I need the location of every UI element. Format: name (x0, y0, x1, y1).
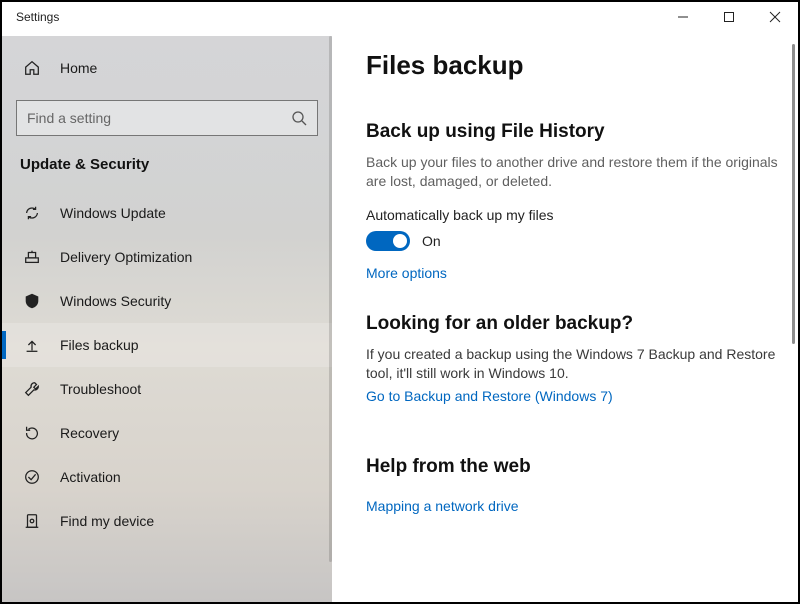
close-button[interactable] (752, 2, 798, 32)
nav-find-my-device[interactable]: Find my device (2, 499, 332, 543)
nav-label: Windows Update (60, 205, 166, 221)
search-box[interactable] (16, 100, 318, 136)
nav-label: Find my device (60, 513, 154, 529)
more-options-link[interactable]: More options (366, 265, 447, 281)
shield-icon (22, 291, 42, 311)
section-help-heading: Help from the web (366, 456, 786, 478)
titlebar: Settings (2, 2, 798, 36)
nav-label: Troubleshoot (60, 381, 141, 397)
nav-home-label: Home (60, 60, 97, 76)
toggle-knob (393, 234, 407, 248)
location-icon (22, 511, 42, 531)
nav-recovery[interactable]: Recovery (2, 411, 332, 455)
nav-label: Delivery Optimization (60, 249, 192, 265)
settings-window: Settings Home (2, 2, 798, 602)
content-scrollbar[interactable] (792, 44, 795, 344)
delivery-icon (22, 247, 42, 267)
nav-files-backup[interactable]: Files backup (2, 323, 332, 367)
toggle-caption: Automatically back up my files (366, 207, 786, 223)
auto-backup-toggle[interactable] (366, 231, 410, 251)
section-file-history-heading: Back up using File History (366, 121, 786, 143)
window-controls (660, 2, 798, 32)
backup-restore-link[interactable]: Go to Backup and Restore (Windows 7) (366, 388, 613, 404)
nav-windows-security[interactable]: Windows Security (2, 279, 332, 323)
maximize-button[interactable] (706, 2, 752, 32)
nav-activation[interactable]: Activation (2, 455, 332, 499)
sync-icon (22, 203, 42, 223)
help-link[interactable]: Mapping a network drive (366, 498, 519, 514)
nav-label: Recovery (60, 425, 119, 441)
sidebar: Home Update & Security (2, 36, 332, 602)
section-older-backup-desc: If you created a backup using the Window… (366, 345, 786, 384)
nav-troubleshoot[interactable]: Troubleshoot (2, 367, 332, 411)
check-circle-icon (22, 467, 42, 487)
nav-label: Windows Security (60, 293, 171, 309)
page-title: Files backup (366, 50, 786, 81)
section-older-backup-heading: Looking for an older backup? (366, 313, 786, 335)
nav-delivery-optimization[interactable]: Delivery Optimization (2, 235, 332, 279)
nav-windows-update[interactable]: Windows Update (2, 191, 332, 235)
sidebar-category: Update & Security (2, 156, 332, 191)
backup-icon (22, 335, 42, 355)
window-title: Settings (2, 2, 660, 24)
nav-label: Files backup (60, 337, 139, 353)
recovery-icon (22, 423, 42, 443)
wrench-icon (22, 379, 42, 399)
toggle-state-label: On (422, 233, 441, 249)
search-icon (291, 110, 307, 126)
nav-label: Activation (60, 469, 121, 485)
nav-home[interactable]: Home (2, 46, 332, 90)
home-icon (22, 58, 42, 78)
content-pane: Files backup Back up using File History … (332, 36, 798, 602)
search-input[interactable] (27, 110, 291, 126)
minimize-button[interactable] (660, 2, 706, 32)
section-file-history-desc: Back up your files to another drive and … (366, 153, 786, 191)
